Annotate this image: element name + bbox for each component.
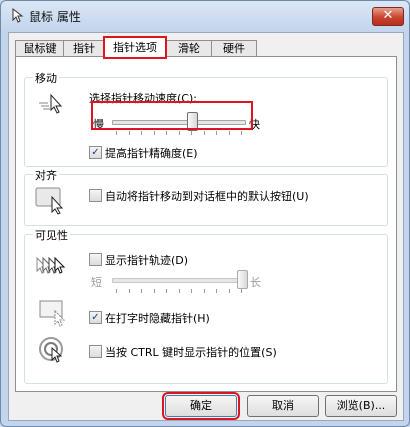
dialog-client: 鼠标键 指针 指针选项 滑轮 硬件 移动 选择指针移动速度(C): 慢 快 ✓ … [8, 32, 404, 421]
trail-slider-tick [228, 289, 230, 293]
snap-checkbox[interactable] [89, 189, 102, 202]
trails-label[interactable]: 显示指针轨迹(D) [105, 252, 188, 268]
trail-slider-tick [191, 289, 192, 293]
tab-wheel[interactable]: 滑轮 [165, 40, 213, 57]
tab-pointers[interactable]: 指针 [63, 40, 105, 57]
show-location-icon [39, 337, 63, 363]
trail-slider-tick [241, 289, 242, 293]
trail-slider-tick [166, 289, 167, 293]
speed-slider-tick [166, 131, 167, 135]
trail-slider-tick [216, 289, 217, 293]
visibility-group: 可见性 显示指针轨迹(D) 短 长 ✓ 在打字时隐藏指针(H) 当按 CTRL … [24, 227, 388, 384]
speed-slider-tick [116, 131, 117, 135]
cancel-button[interactable]: 取消 [247, 395, 319, 417]
speed-slider-tick [203, 131, 205, 135]
visibility-group-title: 可见性 [33, 227, 70, 243]
speed-slider-tick [191, 131, 192, 135]
speed-slider-tick [141, 131, 142, 135]
trail-slider-thumb[interactable] [237, 270, 248, 289]
speed-slider-tick [153, 131, 155, 135]
trail-slider-tick [203, 289, 205, 293]
speed-slider-tick [128, 131, 130, 135]
title-bar[interactable]: 鼠标 属性 ✕ [1, 1, 409, 31]
tab-buttons[interactable]: 鼠标键 [15, 40, 65, 57]
mouse-properties-icon [12, 7, 24, 23]
window-title: 鼠标 属性 [29, 10, 81, 24]
trail-slider-tick [153, 289, 155, 293]
ctrl-location-label[interactable]: 当按 CTRL 键时显示指针的位置(S) [105, 344, 277, 360]
trail-slider-tick [141, 289, 142, 293]
hide-pointer-icon [39, 300, 66, 327]
trail-short-label: 短 [91, 276, 102, 289]
snap-group: 对齐 自动将指针移动到对话框中的默认按钮(U) [24, 167, 388, 226]
trail-slider-track[interactable] [112, 278, 246, 283]
snap-group-title: 对齐 [33, 167, 59, 183]
trail-slider-tick [116, 289, 117, 293]
close-button[interactable]: ✕ [372, 7, 404, 26]
snap-label[interactable]: 自动将指针移动到对话框中的默认按钮(U) [105, 188, 309, 204]
pointer-speed-icon [39, 93, 63, 114]
trail-slider-tick [178, 289, 180, 293]
speed-highlight-box [91, 101, 253, 130]
hide-while-typing-checkbox[interactable]: ✓ [89, 311, 102, 324]
motion-group-title: 移动 [33, 70, 59, 86]
snap-to-icon [35, 187, 64, 215]
speed-slider-tick [228, 131, 230, 135]
speed-slider-tick [216, 131, 217, 135]
speed-slider-tick [178, 131, 180, 135]
ctrl-location-checkbox[interactable] [89, 345, 102, 358]
trail-slider-tick [128, 289, 130, 293]
precision-label[interactable]: 提高指针精确度(E) [105, 145, 198, 161]
precision-checkbox[interactable]: ✓ [89, 146, 102, 159]
mouse-properties-window: 鼠标 属性 ✕ 鼠标键 指针 指针选项 滑轮 硬件 移动 选择指针移动速度(C)… [0, 0, 410, 427]
trails-checkbox[interactable] [89, 253, 102, 266]
hide-while-typing-label[interactable]: 在打字时隐藏指针(H) [105, 310, 210, 326]
browse-button[interactable]: 浏览(B)... [325, 395, 397, 417]
trail-long-label: 长 [250, 276, 261, 289]
tab-hardware[interactable]: 硬件 [211, 40, 257, 57]
speed-slider-tick [241, 131, 242, 135]
pointer-trails-icon [36, 256, 66, 274]
tab-pointer-options[interactable]: 指针选项 [103, 36, 167, 59]
ok-button[interactable]: 确定 [162, 392, 240, 420]
